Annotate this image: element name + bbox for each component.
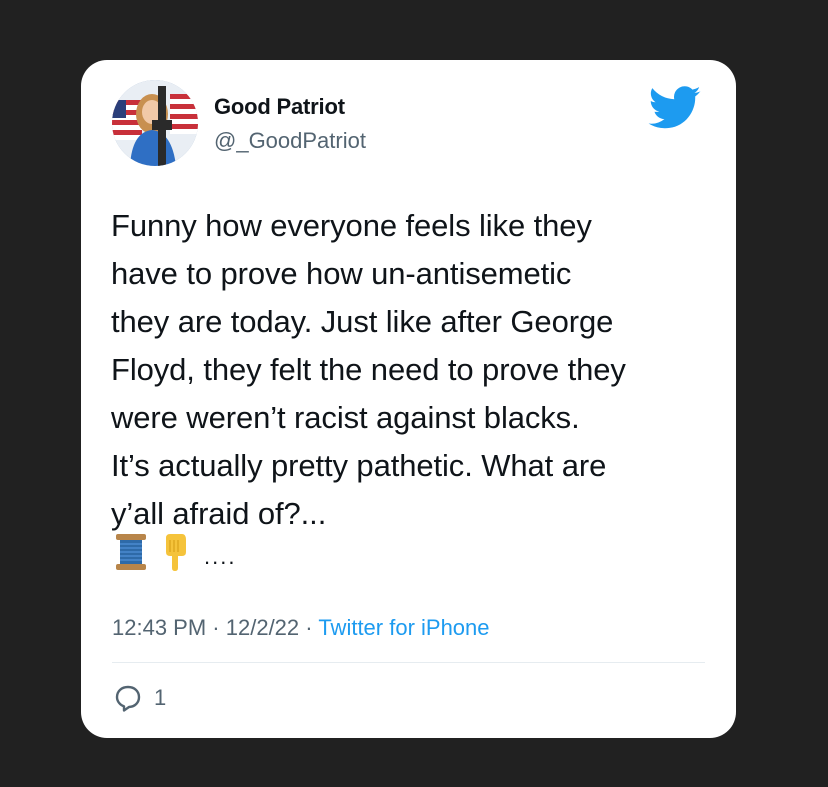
reply-count: 1	[154, 685, 167, 710]
display-name[interactable]: Good Patriot	[214, 94, 345, 120]
spool-of-thread-icon	[116, 534, 146, 570]
emoji-row: ....	[114, 532, 236, 572]
tweet-meta: 12:43 PM · 12/2/22 · Twitter for iPhone	[112, 615, 490, 641]
user-handle[interactable]: @_GoodPatriot	[214, 128, 366, 154]
meta-separator: ·	[212, 615, 220, 640]
divider	[112, 662, 705, 663]
trailing-dots: ....	[204, 544, 237, 569]
tweet-time[interactable]: 12:43 PM	[112, 615, 206, 640]
tweet-date[interactable]: 12/2/22	[226, 615, 299, 640]
pointing-down-icon	[166, 534, 186, 571]
twitter-logo-icon	[648, 86, 701, 129]
meta-separator: ·	[305, 615, 313, 640]
tweet-text: Funny how everyone feels like they have …	[111, 208, 626, 531]
reply-bubble-icon	[115, 685, 141, 712]
reply-button[interactable]: 1	[114, 684, 166, 712]
avatar[interactable]	[112, 80, 198, 166]
tweet-source[interactable]: Twitter for iPhone	[318, 615, 489, 640]
tweet-card: Good Patriot @_GoodPatriot Funny how eve…	[81, 60, 736, 738]
